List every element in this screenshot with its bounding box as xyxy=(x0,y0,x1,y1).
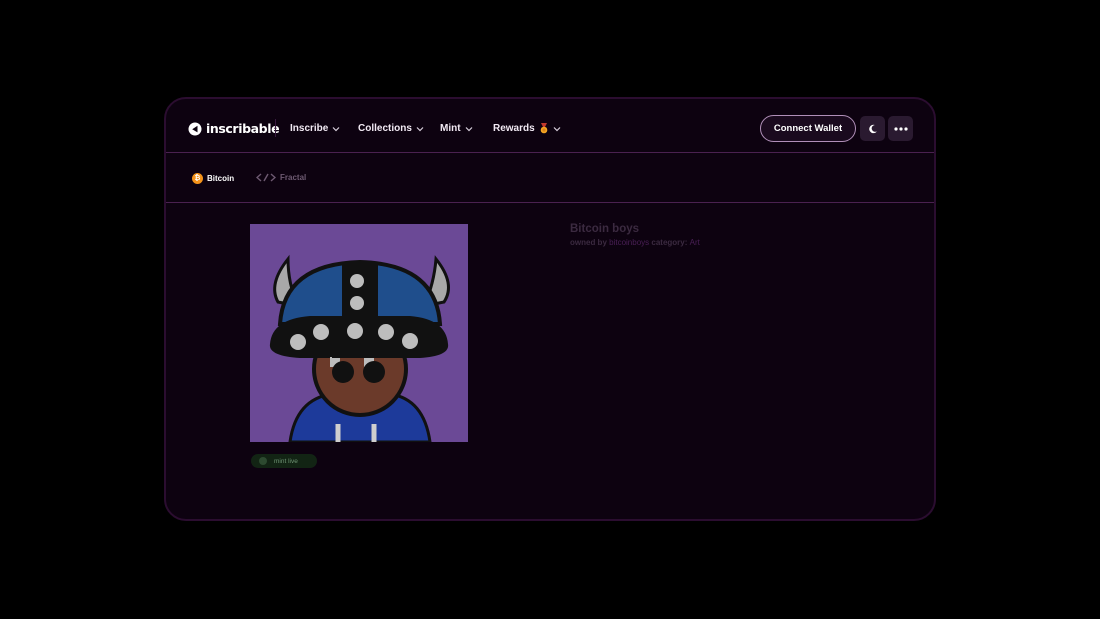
logo-arrow-icon xyxy=(188,122,202,135)
viking-character-image xyxy=(250,224,468,442)
nav-inscribe-label: Inscribe xyxy=(290,123,329,134)
brand-name: inscribable xyxy=(206,121,280,136)
mint-status-label: mint live xyxy=(274,457,298,465)
chain-selector: ₿ Bitcoin Fractal xyxy=(166,154,934,203)
more-options-button[interactable] xyxy=(888,116,913,141)
nav-collections[interactable]: Collections xyxy=(358,123,424,134)
collection-meta: owned by bitcoinboys category: Art xyxy=(570,238,700,247)
brand-logo[interactable]: inscribable xyxy=(188,121,280,136)
medal-icon xyxy=(540,123,547,134)
chevron-down-icon xyxy=(416,126,424,131)
category-label: category: xyxy=(651,238,688,247)
collection-artwork[interactable] xyxy=(250,224,468,442)
nav-rewards-label: Rewards xyxy=(493,123,535,134)
theme-toggle-button[interactable] xyxy=(860,116,885,141)
category-link[interactable]: Art xyxy=(690,238,700,247)
mint-status-badge: mint live xyxy=(251,454,317,468)
fractal-icon xyxy=(256,173,276,182)
moon-icon xyxy=(868,124,877,133)
app-window: inscribable Inscribe Collections Mint Re… xyxy=(164,97,936,521)
nav-mint[interactable]: Mint xyxy=(440,123,473,134)
chevron-down-icon xyxy=(465,126,472,131)
chevron-down-icon xyxy=(332,126,340,131)
chain-tab-bitcoin[interactable]: ₿ Bitcoin xyxy=(192,173,234,184)
chevron-down-icon xyxy=(553,126,561,131)
nav-rewards[interactable]: Rewards xyxy=(493,123,561,134)
nav-inscribe[interactable]: Inscribe xyxy=(290,123,340,134)
top-navbar: inscribable Inscribe Collections Mint Re… xyxy=(166,99,934,153)
nav-divider xyxy=(275,119,276,137)
connect-wallet-button[interactable]: Connect Wallet xyxy=(760,115,856,142)
bitcoin-icon: ₿ xyxy=(192,173,203,184)
more-dots-icon xyxy=(893,126,908,131)
status-dot-icon xyxy=(259,457,267,465)
owned-by-label: owned by xyxy=(570,238,607,247)
nav-mint-label: Mint xyxy=(440,123,461,134)
chain-tab-bitcoin-label: Bitcoin xyxy=(207,174,235,183)
collection-title: Bitcoin boys xyxy=(570,223,640,235)
nav-collections-label: Collections xyxy=(358,123,412,134)
chain-tab-fractal-label: Fractal xyxy=(280,173,307,182)
owner-link[interactable]: bitcoinboys xyxy=(609,238,649,247)
chain-tab-fractal[interactable]: Fractal xyxy=(256,173,306,182)
